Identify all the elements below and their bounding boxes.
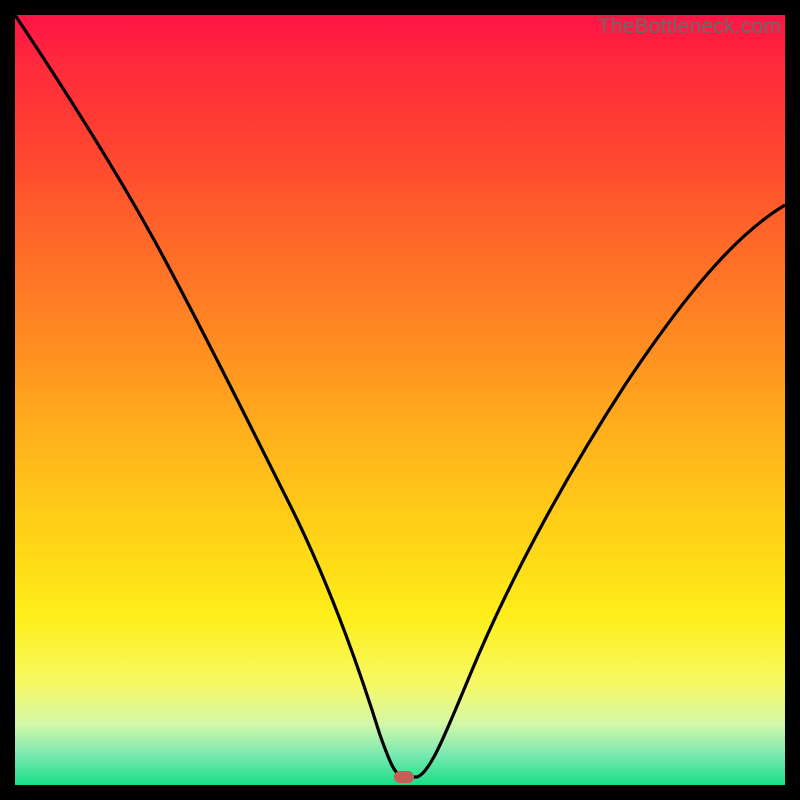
chart-frame: TheBottleneck.com — [0, 0, 800, 800]
bottleneck-curve-path — [15, 15, 785, 777]
bottleneck-marker — [394, 771, 414, 783]
plot-area: TheBottleneck.com — [15, 15, 785, 785]
curve-svg — [15, 15, 785, 785]
